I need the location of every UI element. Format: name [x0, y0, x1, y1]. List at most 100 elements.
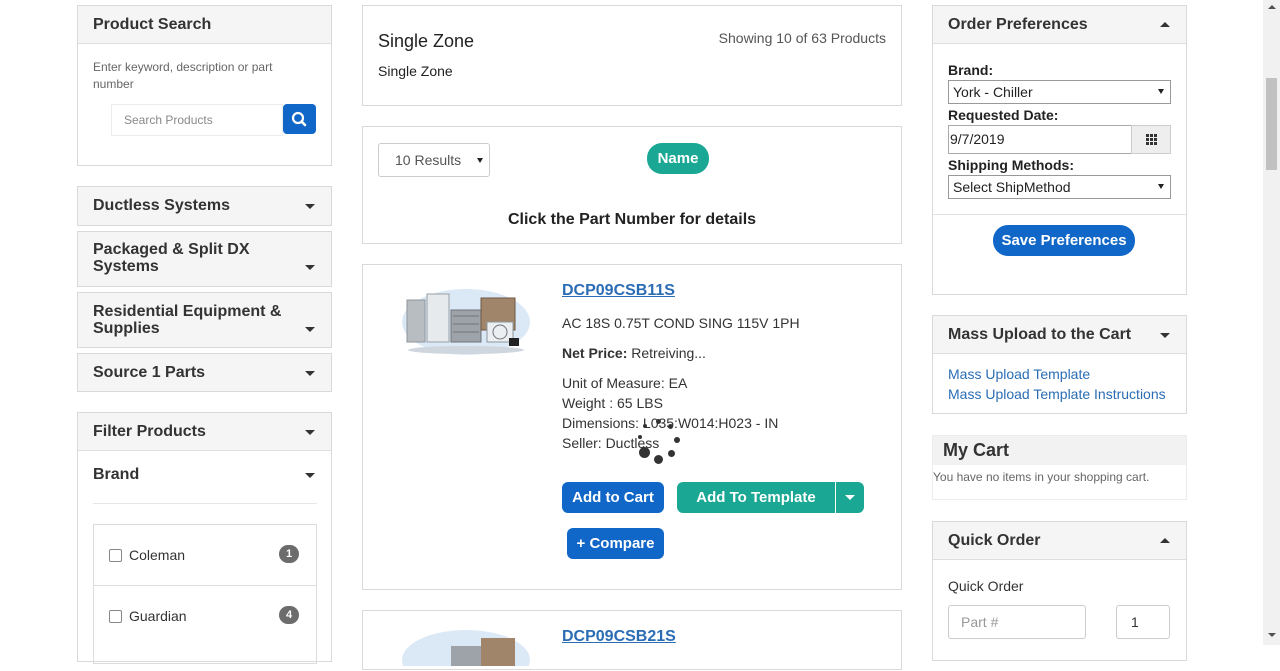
product-card: DCP09CSB11S AC 18S 0.75T COND SING 115V …	[362, 264, 902, 590]
brand-count-badge: 1	[279, 545, 299, 563]
shipping-methods-label: Shipping Methods:	[948, 157, 1074, 173]
quantity-input[interactable]: 1	[1116, 605, 1170, 639]
quick-order-panel: Quick Order Quick Order Part # 1	[932, 521, 1187, 661]
part-number-link[interactable]: DCP09CSB11S	[562, 282, 675, 300]
mass-upload-header[interactable]: Mass Upload to the Cart	[933, 316, 1186, 354]
category-label: Packaged & Split DX Systems	[93, 241, 250, 275]
page-title: Single Zone	[378, 31, 475, 51]
part-number-input[interactable]: Part #	[948, 605, 1086, 639]
page-subtitle: Single Zone	[378, 63, 453, 79]
unit-of-measure: Unit of Measure: EA	[562, 375, 688, 391]
quantity-value: 1	[1131, 614, 1139, 630]
requested-date-label: Requested Date:	[948, 107, 1059, 123]
category-packaged-split[interactable]: Packaged & Split DX Systems	[77, 231, 332, 287]
brand-item-coleman[interactable]: Coleman 1	[94, 525, 316, 586]
chevron-down-icon	[1158, 89, 1164, 94]
order-preferences-panel: Order Preferences Brand: York - Chiller …	[932, 5, 1187, 295]
results-toolbar: 10 Results Name Click the Part Number fo…	[362, 126, 902, 244]
brand-select[interactable]: York - Chiller	[948, 80, 1171, 104]
zone-header-panel: Single Zone Single Zone Showing 10 of 63…	[362, 5, 902, 106]
mass-upload-template-link[interactable]: Mass Upload Template	[948, 366, 1090, 382]
category-label: Residential Equipment & Supplies	[93, 303, 282, 337]
category-source1[interactable]: Source 1 Parts	[77, 353, 332, 392]
order-preferences-title: Order Preferences	[948, 16, 1088, 33]
search-icon	[291, 111, 307, 127]
brand-item-guardian[interactable]: Guardian 4	[94, 586, 316, 646]
category-label: Ductless Systems	[93, 197, 230, 214]
sort-by-name-button[interactable]: Name	[647, 143, 709, 174]
instruction-text: Click the Part Number for details	[507, 211, 757, 228]
add-to-cart-button[interactable]: Add to Cart	[562, 482, 664, 513]
category-residential[interactable]: Residential Equipment & Supplies	[77, 292, 332, 348]
product-card: DCP09CSB21S	[362, 610, 902, 671]
brand-checkbox[interactable]	[109, 549, 122, 562]
chevron-down-icon	[305, 371, 315, 376]
brand-filter-header[interactable]: Brand	[93, 451, 317, 504]
save-preferences-button[interactable]: Save Preferences	[993, 225, 1135, 256]
weight: Weight : 65 LBS	[562, 395, 663, 411]
results-per-page-value: 10 Results	[395, 152, 462, 168]
requested-date-value: 9/7/2019	[950, 131, 1005, 147]
chevron-down-icon	[305, 204, 315, 209]
mass-upload-panel: Mass Upload to the Cart Mass Upload Temp…	[932, 315, 1187, 414]
calendar-button[interactable]	[1131, 125, 1171, 154]
quick-order-header[interactable]: Quick Order	[933, 522, 1186, 560]
brand-label: Brand:	[948, 62, 994, 78]
template-options-toggle[interactable]	[836, 482, 864, 513]
chevron-down-icon	[477, 158, 483, 163]
net-price: Net Price: Retreiving...	[562, 345, 706, 361]
brand-filter-title: Brand	[93, 466, 140, 483]
product-search-title: Product Search	[78, 6, 331, 44]
product-image[interactable]	[401, 626, 531, 671]
order-preferences-header[interactable]: Order Preferences	[933, 6, 1186, 44]
category-ductless[interactable]: Ductless Systems	[77, 186, 332, 226]
part-number-placeholder: Part #	[961, 614, 999, 630]
net-price-label: Net Price:	[562, 345, 628, 361]
product-image[interactable]	[401, 280, 531, 355]
chevron-up-icon	[1160, 22, 1170, 27]
chevron-down-icon	[305, 473, 315, 478]
search-placeholder: Search Products	[124, 113, 213, 127]
my-cart-panel: My Cart You have no items in your shoppi…	[932, 435, 1187, 500]
search-input[interactable]: Search Products	[111, 104, 283, 136]
filter-products-header[interactable]: Filter Products	[78, 413, 331, 451]
brand-select-value: York - Chiller	[953, 84, 1033, 100]
results-count: Showing 10 of 63 Products	[718, 30, 886, 46]
net-price-value: Retreiving...	[631, 345, 706, 361]
brand-list: Coleman 1 Guardian 4	[93, 524, 317, 664]
filter-products-panel: Filter Products Brand Coleman 1 Guardian…	[77, 412, 332, 664]
shipping-methods-select[interactable]: Select ShipMethod	[948, 175, 1171, 199]
brand-checkbox[interactable]	[109, 610, 122, 623]
divider	[933, 214, 1186, 215]
brand-name: Coleman	[129, 547, 186, 563]
scroll-down-arrow-icon[interactable]	[1268, 633, 1276, 637]
mass-upload-title: Mass Upload to the Cart	[948, 326, 1132, 343]
part-number-link[interactable]: DCP09CSB21S	[562, 628, 676, 646]
results-per-page-select[interactable]: 10 Results	[378, 143, 490, 177]
calendar-icon	[1146, 134, 1157, 145]
compare-button[interactable]: + Compare	[567, 528, 664, 559]
requested-date-input[interactable]: 9/7/2019	[948, 125, 1132, 154]
cart-empty-message: You have no items in your shopping cart.	[933, 470, 1150, 484]
brand-name: Guardian	[129, 608, 187, 624]
chevron-down-icon	[1160, 333, 1170, 338]
brand-count-badge: 4	[279, 606, 299, 624]
chevron-down-icon	[845, 495, 855, 500]
search-hint: Enter keyword, description or part numbe…	[93, 60, 273, 91]
page-scrollbar[interactable]	[1263, 0, 1280, 645]
product-description: AC 18S 0.75T COND SING 115V 1PH	[562, 315, 800, 331]
scroll-up-arrow-icon[interactable]	[1268, 5, 1276, 9]
my-cart-header: My Cart	[933, 436, 1186, 465]
scrollbar-thumb[interactable]	[1266, 78, 1277, 170]
add-to-template-button[interactable]: Add To Template	[677, 482, 835, 513]
chevron-down-icon	[305, 327, 315, 332]
chevron-down-icon	[305, 265, 315, 270]
chevron-down-icon	[305, 430, 315, 435]
my-cart-title: My Cart	[943, 440, 1010, 460]
product-search-panel: Product Search Enter keyword, descriptio…	[77, 5, 332, 166]
search-button[interactable]	[283, 104, 316, 134]
mass-upload-instructions-link[interactable]: Mass Upload Template Instructions	[948, 386, 1166, 402]
loading-spinner-icon	[633, 417, 681, 465]
shipping-methods-value: Select ShipMethod	[953, 179, 1071, 195]
chevron-down-icon	[1158, 184, 1164, 189]
